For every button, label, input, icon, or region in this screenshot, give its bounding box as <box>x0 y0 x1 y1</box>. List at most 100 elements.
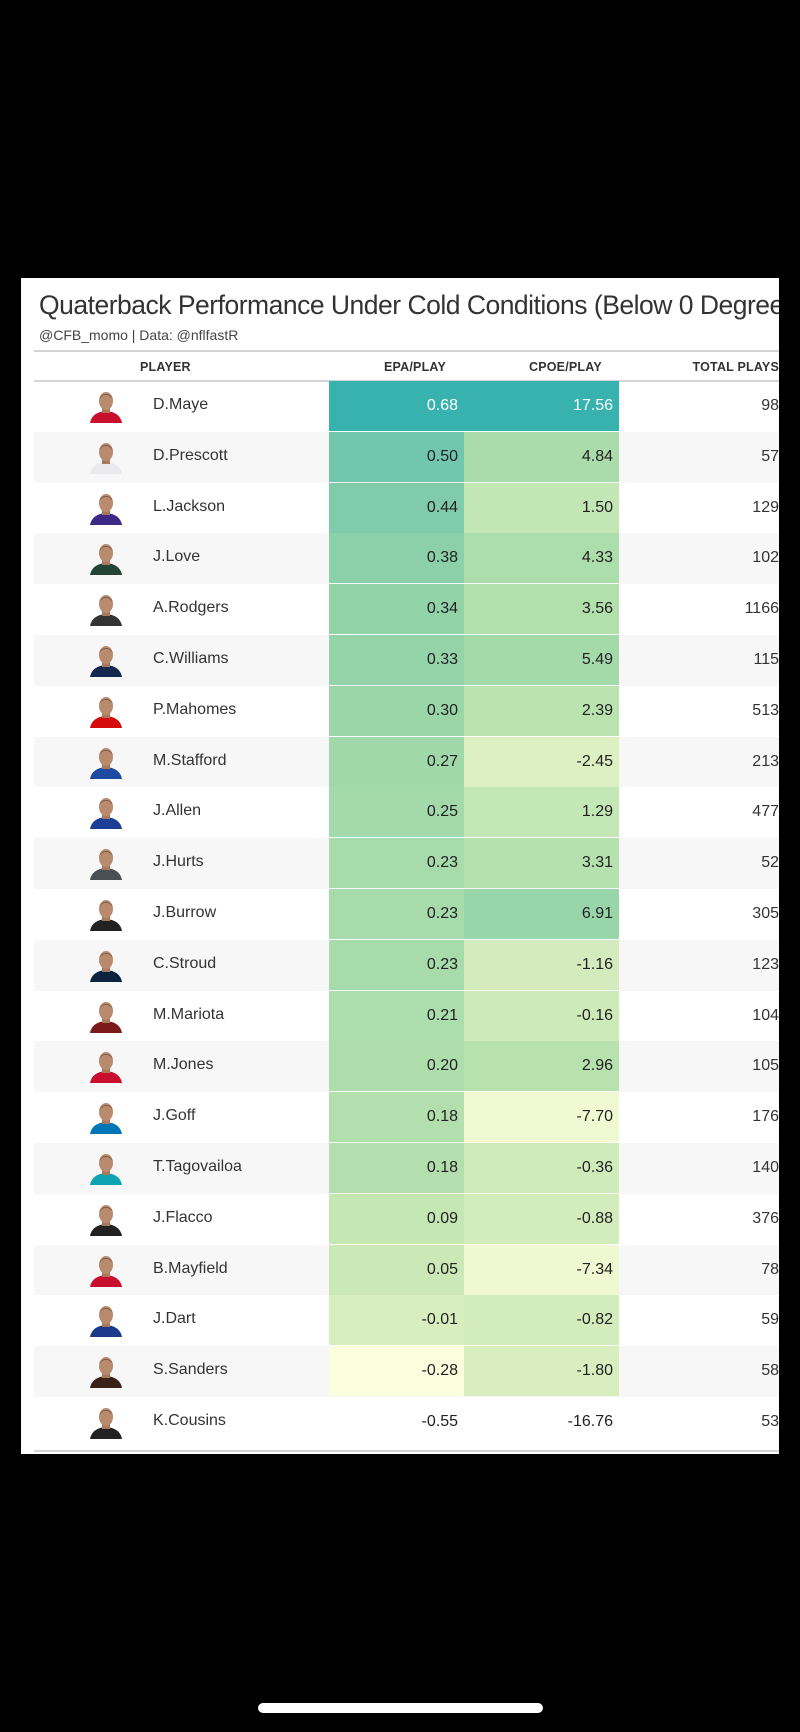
total-plays-cell: 305 <box>752 904 779 922</box>
cpoe-cell: 4.84 <box>464 431 619 482</box>
epa-cell: 0.23 <box>329 838 464 889</box>
table-row: S.Sanders -0.28 -1.80 58 <box>34 1346 779 1397</box>
table-row: J.Hurts 0.23 3.31 52 <box>34 838 779 889</box>
player-name: A.Rodgers <box>153 599 229 617</box>
cpoe-cell: 3.31 <box>464 838 619 889</box>
player-name: D.Prescott <box>153 446 228 464</box>
player-headshot-icon <box>88 594 124 627</box>
cpoe-cell: 3.56 <box>464 584 619 635</box>
cpoe-cell: -16.76 <box>464 1396 619 1447</box>
table-row: B.Mayfield 0.05 -7.34 78 <box>34 1244 779 1296</box>
total-plays-cell: 78 <box>761 1260 779 1278</box>
cpoe-cell: -0.16 <box>464 990 619 1041</box>
player-name: M.Stafford <box>153 751 227 769</box>
cpoe-cell: -1.80 <box>464 1346 619 1397</box>
total-plays-cell: 129 <box>752 498 779 516</box>
total-plays-cell: 1166 <box>744 600 779 618</box>
epa-cell: 0.25 <box>329 787 464 838</box>
player-name: S.Sanders <box>153 1361 228 1379</box>
cpoe-cell: 5.49 <box>464 634 619 685</box>
player-headshot-icon <box>88 391 124 423</box>
player-headshot-icon <box>88 442 124 474</box>
player-headshot-icon <box>88 1255 124 1287</box>
table-row: J.Allen 0.25 1.29 477 <box>34 787 779 838</box>
table-row: J.Goff 0.18 -7.70 176 <box>34 1092 779 1143</box>
player-name: J.Hurts <box>153 853 204 871</box>
cpoe-cell: 6.91 <box>464 888 619 939</box>
player-name: B.Mayfield <box>153 1259 228 1277</box>
epa-cell: 0.50 <box>329 431 464 482</box>
total-plays-cell: 52 <box>761 854 779 872</box>
cpoe-cell: -2.45 <box>464 736 619 787</box>
table-row: M.Stafford 0.27 -2.45 213 <box>34 736 779 788</box>
epa-cell: 0.23 <box>329 939 464 990</box>
table-row: J.Flacco 0.09 -0.88 376 <box>34 1193 779 1245</box>
epa-cell: 0.30 <box>329 685 464 736</box>
player-headshot-icon <box>88 696 124 728</box>
epa-cell: -0.28 <box>329 1346 464 1397</box>
epa-cell: 0.23 <box>329 888 464 939</box>
player-name: C.Stroud <box>153 954 217 972</box>
player-name: M.Mariota <box>153 1005 225 1023</box>
epa-cell: -0.01 <box>329 1295 464 1346</box>
total-plays-cell: 176 <box>752 1108 779 1126</box>
player-name: K.Cousins <box>153 1411 226 1429</box>
table-row: J.Burrow 0.23 6.91 305 <box>34 888 779 940</box>
table-row: K.Cousins -0.55 -16.76 53 <box>34 1396 779 1448</box>
cpoe-cell: -1.16 <box>464 939 619 990</box>
home-indicator[interactable] <box>258 1703 543 1713</box>
player-name: J.Goff <box>153 1107 196 1125</box>
player-headshot-icon <box>88 1051 124 1084</box>
player-name: J.Burrow <box>153 903 217 921</box>
epa-cell: 0.38 <box>329 533 464 584</box>
total-plays-cell: 376 <box>752 1209 779 1227</box>
table-row: L.Jackson 0.44 1.50 129 <box>34 482 779 534</box>
epa-cell: 0.09 <box>329 1193 464 1244</box>
header-total-plays: TOTAL PLAYS <box>692 360 779 374</box>
player-headshot-icon <box>88 1102 124 1135</box>
player-name: T.Tagovailoa <box>153 1157 242 1175</box>
table-body: D.Maye 0.68 17.56 98 D.Prescott 0.50 4.84 57 L.J… <box>34 381 779 1448</box>
table-bottom-rule <box>34 1450 779 1452</box>
cpoe-cell: -7.70 <box>464 1092 619 1143</box>
player-headshot-icon <box>88 493 124 525</box>
table-row: D.Prescott 0.50 4.84 57 <box>34 431 779 483</box>
player-name: J.Flacco <box>153 1208 213 1226</box>
table-row: T.Tagovailoa 0.18 -0.36 140 <box>34 1142 779 1194</box>
epa-cell: 0.18 <box>329 1142 464 1193</box>
total-plays-cell: 140 <box>752 1158 779 1176</box>
total-plays-cell: 104 <box>752 1006 779 1024</box>
cpoe-cell: -0.36 <box>464 1142 619 1193</box>
header-cpoe: CPOE/PLAY <box>529 360 602 374</box>
player-headshot-icon <box>88 1407 124 1439</box>
total-plays-cell: 115 <box>753 650 779 668</box>
cpoe-cell: -0.88 <box>464 1193 619 1244</box>
cpoe-cell: 4.33 <box>464 533 619 584</box>
epa-cell: 0.27 <box>329 736 464 787</box>
player-headshot-icon <box>88 543 124 576</box>
total-plays-cell: 213 <box>752 752 779 770</box>
table-row: J.Love 0.38 4.33 102 <box>34 533 779 585</box>
total-plays-cell: 53 <box>761 1412 779 1430</box>
table-row: M.Mariota 0.21 -0.16 104 <box>34 990 779 1042</box>
player-headshot-icon <box>88 848 124 881</box>
table-row: D.Maye 0.68 17.56 98 <box>34 381 779 432</box>
total-plays-cell: 58 <box>761 1362 779 1380</box>
epa-cell: 0.05 <box>329 1244 464 1295</box>
player-headshot-icon <box>88 797 124 830</box>
epa-cell: 0.20 <box>329 1041 464 1092</box>
table-row: J.Dart -0.01 -0.82 59 <box>34 1295 779 1346</box>
player-headshot-icon <box>88 899 124 931</box>
player-name: D.Maye <box>153 396 209 413</box>
player-headshot-icon <box>88 1204 124 1236</box>
total-plays-cell: 102 <box>752 549 779 567</box>
player-name: J.Dart <box>153 1310 196 1328</box>
player-headshot-icon <box>88 1305 124 1338</box>
player-headshot-icon <box>88 747 124 779</box>
player-headshot-icon <box>88 950 124 982</box>
player-headshot-icon <box>88 645 124 677</box>
total-plays-cell: 59 <box>761 1311 779 1329</box>
epa-cell: 0.68 <box>329 381 464 431</box>
epa-cell: 0.33 <box>329 634 464 685</box>
header-top-rule <box>34 350 779 352</box>
